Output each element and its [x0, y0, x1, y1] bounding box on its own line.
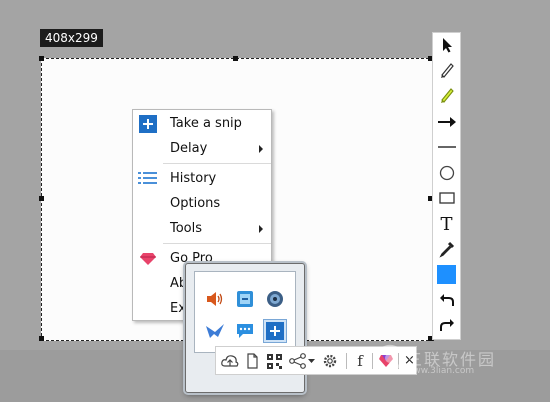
color-swatch-fill — [437, 264, 456, 284]
highlighter-icon[interactable] — [433, 83, 460, 107]
watermark: 三联软件园 www.3lian.com — [376, 342, 536, 382]
submenu-arrow-icon — [259, 145, 263, 153]
menu-item-delay[interactable]: Delay — [133, 136, 271, 161]
watermark-logo-icon — [376, 344, 404, 372]
watermark-subtext: www.3lian.com — [406, 366, 475, 376]
circle-icon[interactable] — [433, 161, 460, 185]
speaker-icon[interactable] — [203, 287, 227, 311]
menu-item-options[interactable]: Options — [133, 191, 271, 216]
gear-icon[interactable] — [320, 351, 340, 371]
toolbar-separator — [372, 353, 373, 369]
pen-icon[interactable] — [433, 58, 460, 82]
disc-icon[interactable] — [263, 287, 287, 311]
resize-handle-sw[interactable] — [39, 336, 44, 341]
cloud-upload-icon[interactable] — [220, 351, 240, 371]
rectangle-icon[interactable] — [433, 186, 460, 210]
eyedropper-icon[interactable] — [433, 237, 460, 261]
pointer-icon[interactable] — [433, 33, 460, 57]
qq-icon[interactable] — [233, 287, 257, 311]
share-dropdown-icon[interactable] — [307, 351, 315, 371]
menu-separator — [163, 163, 271, 164]
resize-handle-w[interactable] — [39, 196, 44, 201]
plus-icon[interactable] — [263, 319, 287, 343]
annotation-toolbar: T — [432, 32, 461, 340]
resize-handle-nw[interactable] — [39, 56, 44, 61]
undo-icon[interactable] — [433, 288, 460, 312]
menu-separator — [163, 243, 271, 244]
menu-item-take-a-snip[interactable]: Take a snip — [133, 111, 271, 136]
arrow-icon[interactable] — [433, 110, 460, 134]
submenu-arrow-icon — [259, 225, 263, 233]
qr-code-icon[interactable] — [264, 351, 284, 371]
popup-icon-panel — [194, 271, 296, 353]
text-icon[interactable]: T — [433, 212, 460, 236]
color-swatch[interactable] — [433, 262, 460, 286]
share-icon[interactable] — [288, 351, 308, 371]
gem-icon — [138, 249, 158, 269]
facebook-icon[interactable]: f — [350, 351, 370, 371]
chat-icon[interactable] — [233, 319, 257, 343]
resize-handle-n[interactable] — [233, 56, 238, 61]
plus-icon — [138, 114, 158, 134]
redo-icon[interactable] — [433, 313, 460, 337]
menu-item-history[interactable]: History — [133, 166, 271, 191]
menu-item-tools[interactable]: Tools — [133, 216, 271, 241]
copy-icon[interactable] — [242, 351, 262, 371]
line-icon[interactable] — [433, 135, 460, 159]
selection-size-label: 408x299 — [40, 29, 103, 47]
bird-icon[interactable] — [203, 319, 227, 343]
toolbar-separator — [346, 353, 347, 369]
list-icon — [138, 169, 158, 189]
